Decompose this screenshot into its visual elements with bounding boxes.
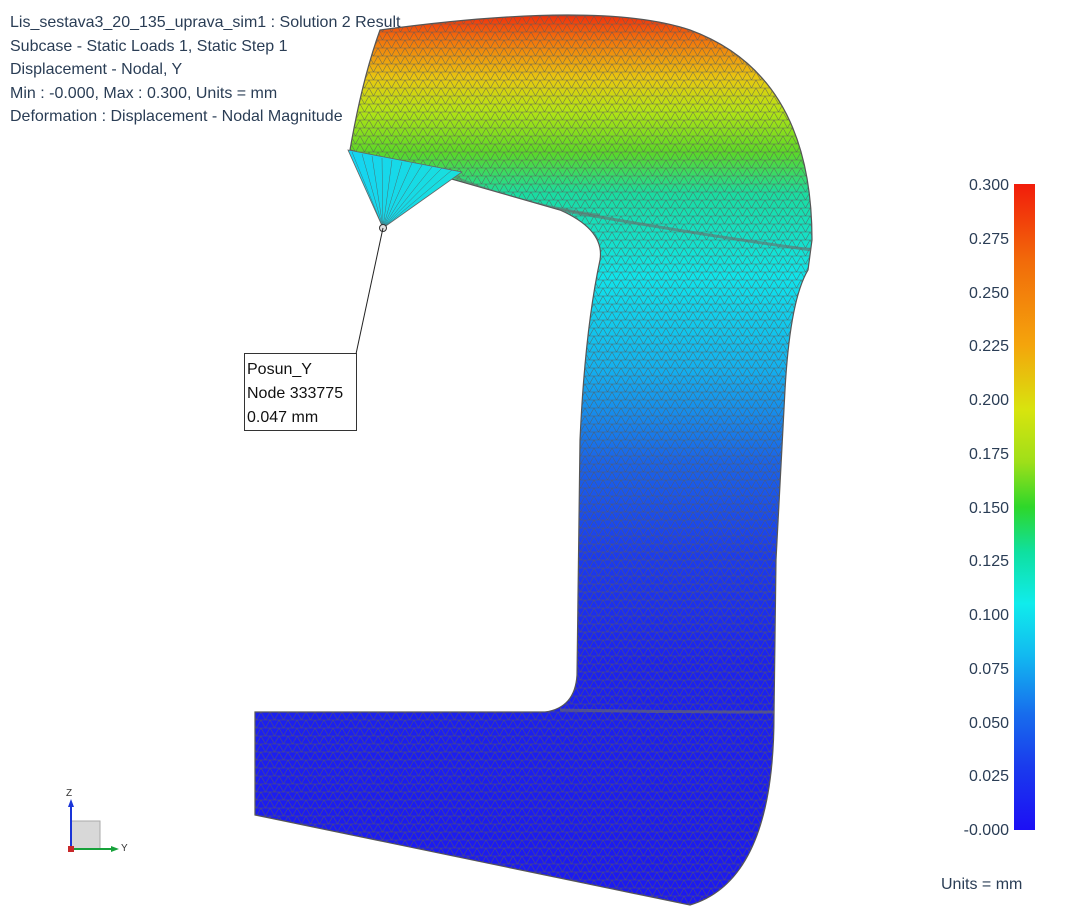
min-max-label: Min : -0.000, Max : 0.300, Units = mm bbox=[10, 84, 278, 102]
probe-callout[interactable]: Posun_Y Node 333775 0.047 mm bbox=[244, 353, 357, 431]
coordinate-triad bbox=[68, 799, 119, 852]
legend-value: 0.300 bbox=[968, 177, 1009, 194]
legend-value: 0.075 bbox=[968, 660, 1009, 678]
probe-name: Posun_Y bbox=[247, 361, 312, 378]
probe-leader-line bbox=[355, 227, 384, 355]
result-title: Lis_sestava3_20_135_uprava_sim1 : Soluti… bbox=[10, 14, 401, 31]
probe-node: Node 333775 bbox=[247, 385, 344, 402]
legend-value: 0.275 bbox=[968, 230, 1009, 248]
probe-value: 0.047 mm bbox=[247, 409, 319, 426]
legend-value: 0.250 bbox=[968, 284, 1009, 302]
legend-value: 0.225 bbox=[968, 338, 1009, 356]
triad-y-label: Y bbox=[121, 843, 128, 854]
legend-value: 0.100 bbox=[968, 607, 1009, 624]
legend-units: Units = mm bbox=[941, 876, 1023, 893]
result-type-label: Displacement - Nodal, Y bbox=[10, 61, 183, 78]
fe-model bbox=[254, 14, 813, 906]
legend-value: -0.000 bbox=[963, 822, 1009, 839]
legend-value: 0.125 bbox=[968, 553, 1009, 571]
legend-value: 0.200 bbox=[968, 392, 1009, 409]
deformation-label: Deformation : Displacement - Nodal Magni… bbox=[10, 108, 343, 125]
legend-value: 0.025 bbox=[968, 768, 1009, 786]
color-legend-bar bbox=[1014, 184, 1035, 830]
result-header: Lis_sestava3_20_135_uprava_sim1 : Soluti… bbox=[10, 11, 400, 129]
subcase-label: Subcase - Static Loads 1, Static Step 1 bbox=[10, 37, 288, 55]
triad-z-label: Z bbox=[66, 788, 73, 799]
legend-value: 0.050 bbox=[968, 714, 1009, 732]
legend-value: 0.175 bbox=[968, 445, 1009, 463]
legend-value: 0.150 bbox=[968, 499, 1009, 517]
model-viewport[interactable] bbox=[0, 0, 1067, 922]
mesh-overlay bbox=[255, 15, 812, 905]
